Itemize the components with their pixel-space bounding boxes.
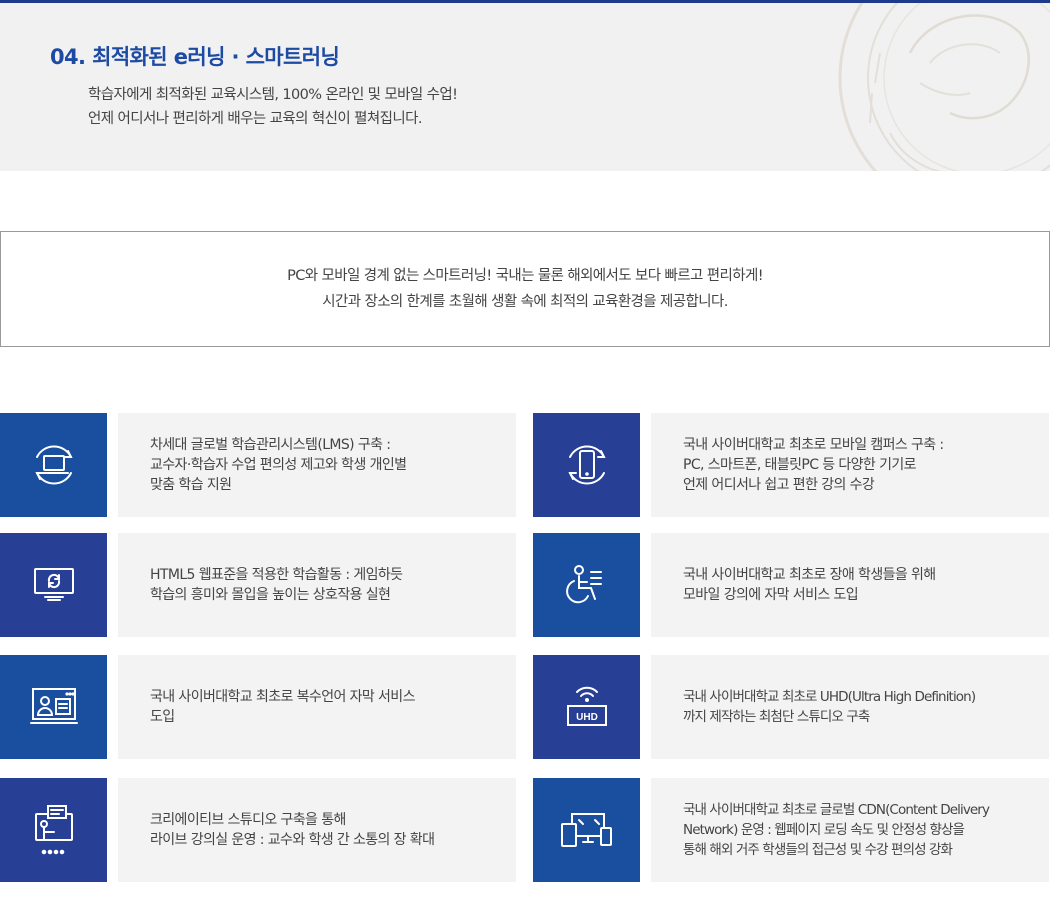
feature-line: 국내 사이버대학교 최초로 글로벌 CDN(Content Delivery	[683, 802, 990, 818]
caption-screen-icon	[0, 655, 107, 759]
feature-text: 국내 사이버대학교 최초로 글로벌 CDN(Content Delivery N…	[651, 778, 1049, 882]
feature-line: 국내 사이버대학교 최초로 장애 학생들을 위해	[683, 567, 936, 583]
mobile-sync-icon	[533, 413, 640, 517]
feature-line: 언제 어디서나 쉽고 편한 강의 수강	[683, 477, 875, 493]
accessibility-icon	[533, 533, 640, 637]
feature-text: HTML5 웹표준을 적용한 학습활동 : 게임하듯 학습의 흥미와 몰입을 높…	[118, 533, 516, 637]
monitor-refresh-icon	[0, 533, 107, 637]
feature-text: 크리에이티브 스튜디오 구축을 통해 라이브 강의실 운영 : 교수와 학생 간…	[118, 778, 516, 882]
feature-line: 국내 사이버대학교 최초로 모바일 캠퍼스 구축 :	[683, 437, 944, 453]
feature-card-html5: HTML5 웹표준을 적용한 학습활동 : 게임하듯 학습의 흥미와 몰입을 높…	[0, 533, 516, 637]
feature-line: 모바일 강의에 자막 서비스 도입	[683, 587, 859, 603]
feature-line: 교수자·학습자 수업 편의성 제고와 학생 개인별	[150, 457, 407, 473]
feature-line: 국내 사이버대학교 최초로 UHD(Ultra High Definition)	[683, 689, 976, 705]
laptop-sync-icon	[0, 413, 107, 517]
feature-line: Network) 운영 : 웹페이지 로딩 속도 및 안정성 향상을	[683, 822, 965, 838]
feature-line: HTML5 웹표준을 적용한 학습활동 : 게임하듯	[150, 567, 403, 583]
feature-line: 학습의 흥미와 몰입을 높이는 상호작용 실현	[150, 587, 391, 603]
feature-line: 도입	[150, 709, 175, 725]
feature-line: 맞춤 학습 지원	[150, 477, 232, 493]
description-line-1: 학습자에게 최적화된 교육시스템, 100% 온라인 및 모바일 수업!	[88, 87, 458, 103]
feature-line: 까지 제작하는 최첨단 스튜디오 구축	[683, 709, 870, 725]
feature-text: 차세대 글로벌 학습관리시스템(LMS) 구축 : 교수자·학습자 수업 편의성…	[118, 413, 516, 517]
section-description: 학습자에게 최적화된 교육시스템, 100% 온라인 및 모바일 수업! 언제 …	[88, 83, 458, 131]
feature-card-lms: 차세대 글로벌 학습관리시스템(LMS) 구축 : 교수자·학습자 수업 편의성…	[0, 413, 516, 517]
intro-line-2: 시간과 장소의 한계를 초월해 생활 속에 최적의 교육환경을 제공합니다.	[322, 294, 728, 310]
uhd-label: UHD	[576, 712, 598, 723]
feature-line: 통해 해외 거주 학생들의 접근성 및 수강 편의성 강화	[683, 842, 953, 858]
live-lecture-icon	[0, 778, 107, 882]
feature-line: 국내 사이버대학교 최초로 복수언어 자막 서비스	[150, 689, 415, 705]
feature-line: 크리에이티브 스튜디오 구축을 통해	[150, 812, 346, 828]
feature-card-global-cdn: 국내 사이버대학교 최초로 글로벌 CDN(Content Delivery N…	[533, 778, 1050, 882]
feature-card-uhd-studio: UHD 국내 사이버대학교 최초로 UHD(Ultra High Definit…	[533, 655, 1050, 759]
uhd-broadcast-icon: UHD	[533, 655, 640, 759]
feature-card-live-lecture: 크리에이티브 스튜디오 구축을 통해 라이브 강의실 운영 : 교수와 학생 간…	[0, 778, 516, 882]
hero-section: 04. 최적화된 e러닝 · 스마트러닝 학습자에게 최적화된 교육시스템, 1…	[0, 3, 1050, 171]
section-title: 04. 최적화된 e러닝 · 스마트러닝	[50, 45, 340, 69]
feature-line: 라이브 강의실 운영 : 교수와 학생 간 소통의 장 확대	[150, 832, 435, 848]
feature-text: 국내 사이버대학교 최초로 복수언어 자막 서비스 도입	[118, 655, 516, 759]
intro-line-1: PC와 모바일 경계 없는 스마트러닝! 국내는 물론 해외에서도 보다 빠르고…	[287, 268, 763, 284]
feature-text: 국내 사이버대학교 최초로 UHD(Ultra High Definition)…	[651, 655, 1049, 759]
feature-line: 차세대 글로벌 학습관리시스템(LMS) 구축 :	[150, 437, 391, 453]
feature-card-caption-accessibility: 국내 사이버대학교 최초로 장애 학생들을 위해 모바일 강의에 자막 서비스 …	[533, 533, 1050, 637]
multi-device-icon	[533, 778, 640, 882]
description-line-2: 언제 어디서나 편리하게 배우는 교육의 혁신이 펼쳐집니다.	[88, 111, 422, 127]
feature-line: PC, 스마트폰, 태블릿PC 등 다양한 기기로	[683, 457, 917, 473]
university-seal-icon	[820, 3, 1050, 171]
feature-text: 국내 사이버대학교 최초로 장애 학생들을 위해 모바일 강의에 자막 서비스 …	[651, 533, 1049, 637]
feature-card-mobile-campus: 국내 사이버대학교 최초로 모바일 캠퍼스 구축 : PC, 스마트폰, 태블릿…	[533, 413, 1050, 517]
feature-text: 국내 사이버대학교 최초로 모바일 캠퍼스 구축 : PC, 스마트폰, 태블릿…	[651, 413, 1049, 517]
intro-statement-box: PC와 모바일 경계 없는 스마트러닝! 국내는 물론 해외에서도 보다 빠르고…	[0, 231, 1050, 347]
feature-card-multilingual: 국내 사이버대학교 최초로 복수언어 자막 서비스 도입	[0, 655, 516, 759]
